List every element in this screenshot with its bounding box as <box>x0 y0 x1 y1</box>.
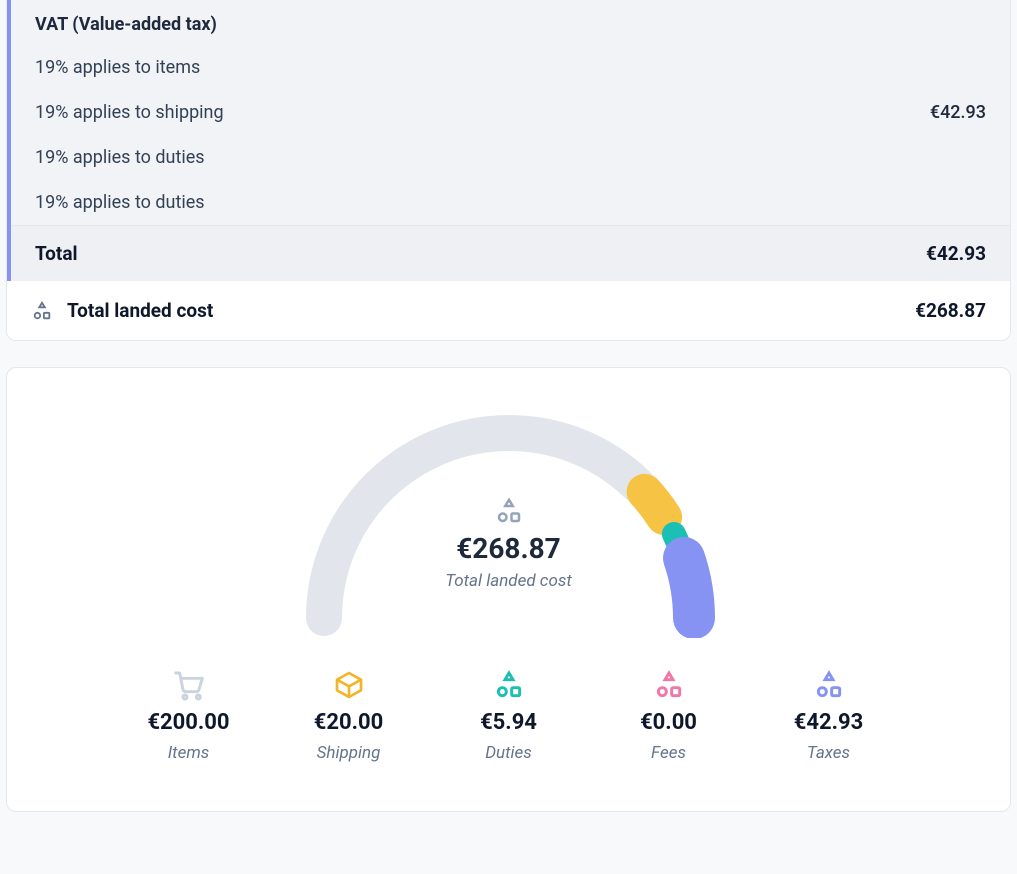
landed-cost-label: Total landed cost <box>67 299 213 322</box>
shapes-icon <box>813 669 845 701</box>
vat-line: 19% applies to duties <box>35 135 986 180</box>
vat-line-text: 19% applies to duties <box>35 147 205 168</box>
cart-icon <box>173 669 205 701</box>
landed-cost-amount: €268.87 <box>915 299 986 322</box>
vat-line: 19% applies to items <box>35 45 986 90</box>
tax-summary-card: VAT (Value-added tax) 19% applies to ite… <box>6 0 1011 341</box>
vat-line-text: 19% applies to duties <box>35 192 205 213</box>
breakdown-duties: €5.94 Duties <box>459 668 559 763</box>
breakdown-taxes-value: €42.93 <box>794 710 864 735</box>
breakdown-fees: €0.00 Fees <box>619 668 719 763</box>
landed-cost-breakdown-card: €268.87 Total landed cost €200.00 Items <box>6 367 1011 812</box>
gauge-caption: Total landed cost <box>445 571 572 591</box>
vat-line: 19% applies to duties <box>35 180 986 225</box>
breakdown-shipping-label: Shipping <box>317 743 381 763</box>
vat-line-text: 19% applies to shipping <box>35 102 224 123</box>
breakdown-fees-value: €0.00 <box>640 710 697 735</box>
vat-line-text: 19% applies to items <box>35 57 200 78</box>
breakdown-items-value: €200.00 <box>147 710 229 735</box>
shapes-icon <box>31 300 53 322</box>
vat-section: VAT (Value-added tax) 19% applies to ite… <box>7 0 1010 281</box>
vat-total-row: Total €42.93 <box>11 225 1010 281</box>
gauge-value: €268.87 <box>456 532 561 565</box>
breakdown-shipping: €20.00 Shipping <box>299 668 399 763</box>
vat-total-amount: €42.93 <box>926 242 986 265</box>
landed-cost-row: Total landed cost €268.87 <box>7 281 1010 340</box>
shapes-icon <box>494 496 524 526</box>
breakdown-fees-label: Fees <box>651 743 686 763</box>
breakdown-items: €200.00 Items <box>139 668 239 763</box>
vat-line-amount: €42.93 <box>930 102 986 123</box>
breakdown-taxes-label: Taxes <box>807 743 850 763</box>
vat-line: 19% applies to shipping €42.93 <box>35 90 986 135</box>
cost-breakdown-row: €200.00 Items €20.00 Shipping <box>27 668 990 763</box>
breakdown-shipping-value: €20.00 <box>314 710 384 735</box>
vat-title: VAT (Value-added tax) <box>35 0 986 45</box>
shapes-icon <box>653 669 685 701</box>
shapes-icon <box>493 669 525 701</box>
breakdown-items-label: Items <box>168 743 210 763</box>
package-icon <box>333 669 365 701</box>
breakdown-taxes: €42.93 Taxes <box>779 668 879 763</box>
breakdown-duties-label: Duties <box>485 743 532 763</box>
landed-cost-gauge: €268.87 Total landed cost <box>299 408 719 638</box>
breakdown-duties-value: €5.94 <box>480 710 537 735</box>
vat-total-label: Total <box>35 242 78 265</box>
